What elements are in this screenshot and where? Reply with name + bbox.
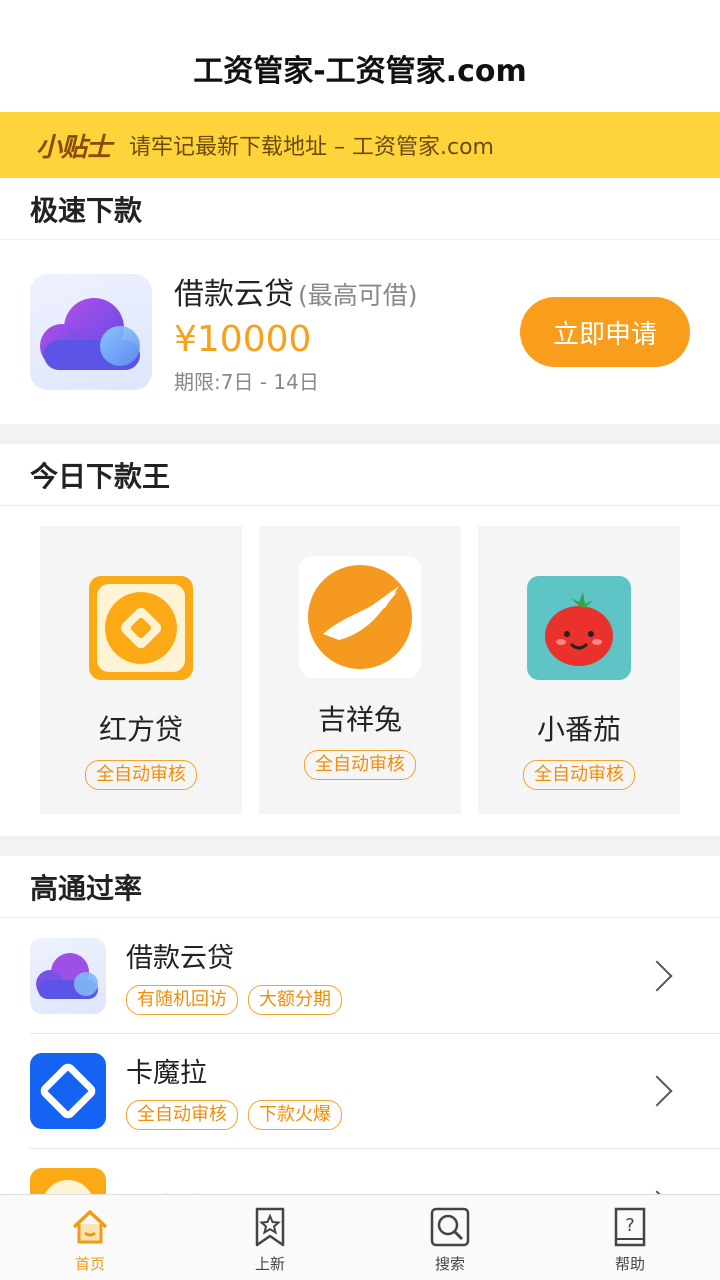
- king-name: 小番茄: [536, 713, 621, 746]
- tab-label: 帮助: [614, 1255, 645, 1273]
- fast-loan-section: 极速下款 借款云贷 (最高可借) ¥10000 期限:7日 - 14日 立即申请: [0, 178, 720, 424]
- coin-icon: [30, 1167, 106, 1194]
- tab-search[interactable]: 搜索: [360, 1195, 540, 1280]
- section-title: 极速下款: [30, 193, 143, 227]
- apply-now-button[interactable]: 立即申请: [520, 297, 690, 367]
- section-header: 极速下款: [0, 178, 720, 240]
- section-title: 高通过率: [30, 871, 143, 905]
- list-item[interactable]: 借款云贷 有随机回访 大额分期: [0, 918, 720, 1033]
- tag-badge: 大额分期: [248, 985, 342, 1015]
- chevron-right-icon: [641, 1074, 673, 1107]
- today-king-section: 今日下款王 红方贷 全自动审核 吉祥兔 全自动审核 小番茄 全自动审核: [0, 444, 720, 836]
- app-header: 工资管家-工资管家.com: [0, 0, 720, 112]
- featured-loan-card[interactable]: 借款云贷 (最高可借) ¥10000 期限:7日 - 14日 立即申请: [0, 240, 720, 424]
- loan-term: 期限:7日 - 14日: [174, 370, 319, 394]
- tag-row: 全自动审核 下款火爆: [126, 1100, 646, 1130]
- cloud-icon: [30, 937, 106, 1014]
- loan-name: 借款云贷: [174, 277, 294, 312]
- list-info: 借款云贷 有随机回访 大额分期: [126, 936, 646, 1015]
- help-icon: ?: [608, 1205, 652, 1249]
- section-header: 今日下款王: [0, 444, 720, 506]
- list-item[interactable]: 卡魔拉 全自动审核 下款火爆: [0, 1033, 720, 1148]
- tab-label: 上新: [254, 1255, 285, 1273]
- king-card[interactable]: 吉祥兔 全自动审核: [259, 526, 461, 814]
- bottom-tab-bar: 首页 上新 搜索 ? 帮助: [0, 1194, 720, 1280]
- search-icon: [428, 1205, 472, 1249]
- loan-amount: ¥10000: [174, 319, 312, 360]
- loan-note: (最高可借): [298, 281, 418, 310]
- king-name: 红方贷: [98, 713, 183, 746]
- tomato-icon: [527, 576, 631, 680]
- king-card[interactable]: 红方贷 全自动审核: [40, 526, 242, 814]
- cloud-icon: [30, 274, 152, 390]
- tab-new[interactable]: 上新: [180, 1195, 360, 1280]
- chevron-right-icon: [641, 959, 673, 992]
- high-pass-section: 高通过率 借款云贷 有随机回访 大额分期 卡魔拉 全自动审核 下款火爆: [0, 856, 720, 1194]
- king-name: 吉祥兔: [317, 703, 402, 736]
- tip-label: 小贴士: [36, 132, 112, 163]
- tip-banner: 小贴士 请牢记最新下载地址 – 工资管家.com: [0, 112, 720, 178]
- tag-badge: 全自动审核: [304, 750, 416, 780]
- king-card-row: 红方贷 全自动审核 吉祥兔 全自动审核 小番茄 全自动审核: [0, 506, 720, 836]
- list-info: 红方贷: [126, 1186, 646, 1194]
- bookmark-star-icon: [248, 1205, 292, 1249]
- coin-icon: [89, 576, 193, 680]
- list-info: 卡魔拉 全自动审核 下款火爆: [126, 1051, 646, 1130]
- featured-info: 借款云贷 (最高可借) ¥10000 期限:7日 - 14日: [174, 269, 520, 395]
- list-item[interactable]: 红方贷: [0, 1148, 720, 1194]
- tag-badge: 有随机回访: [126, 985, 238, 1015]
- page-title: 工资管家-工资管家.com: [193, 54, 527, 89]
- svg-text:?: ?: [625, 1215, 635, 1236]
- tag-badge: 全自动审核: [85, 760, 197, 790]
- section-title: 今日下款王: [30, 459, 171, 493]
- tab-help[interactable]: ? 帮助: [540, 1195, 720, 1280]
- rabbit-icon: [299, 556, 421, 678]
- list-name: 红方贷: [126, 1186, 646, 1194]
- king-card[interactable]: 小番茄 全自动审核: [478, 526, 680, 814]
- section-header: 高通过率: [0, 856, 720, 918]
- tab-label: 首页: [74, 1255, 105, 1273]
- home-icon: [68, 1205, 112, 1249]
- tag-row: 有随机回访 大额分期: [126, 985, 646, 1015]
- list-name: 借款云贷: [126, 943, 234, 974]
- list-name: 卡魔拉: [126, 1058, 207, 1089]
- tip-text: 请牢记最新下载地址 – 工资管家.com: [129, 135, 494, 160]
- tab-home[interactable]: 首页: [0, 1195, 180, 1280]
- diamond-icon: [30, 1052, 106, 1129]
- tag-badge: 全自动审核: [126, 1100, 238, 1130]
- tag-badge: 下款火爆: [248, 1100, 342, 1130]
- tag-badge: 全自动审核: [523, 760, 635, 790]
- tab-label: 搜索: [434, 1255, 465, 1273]
